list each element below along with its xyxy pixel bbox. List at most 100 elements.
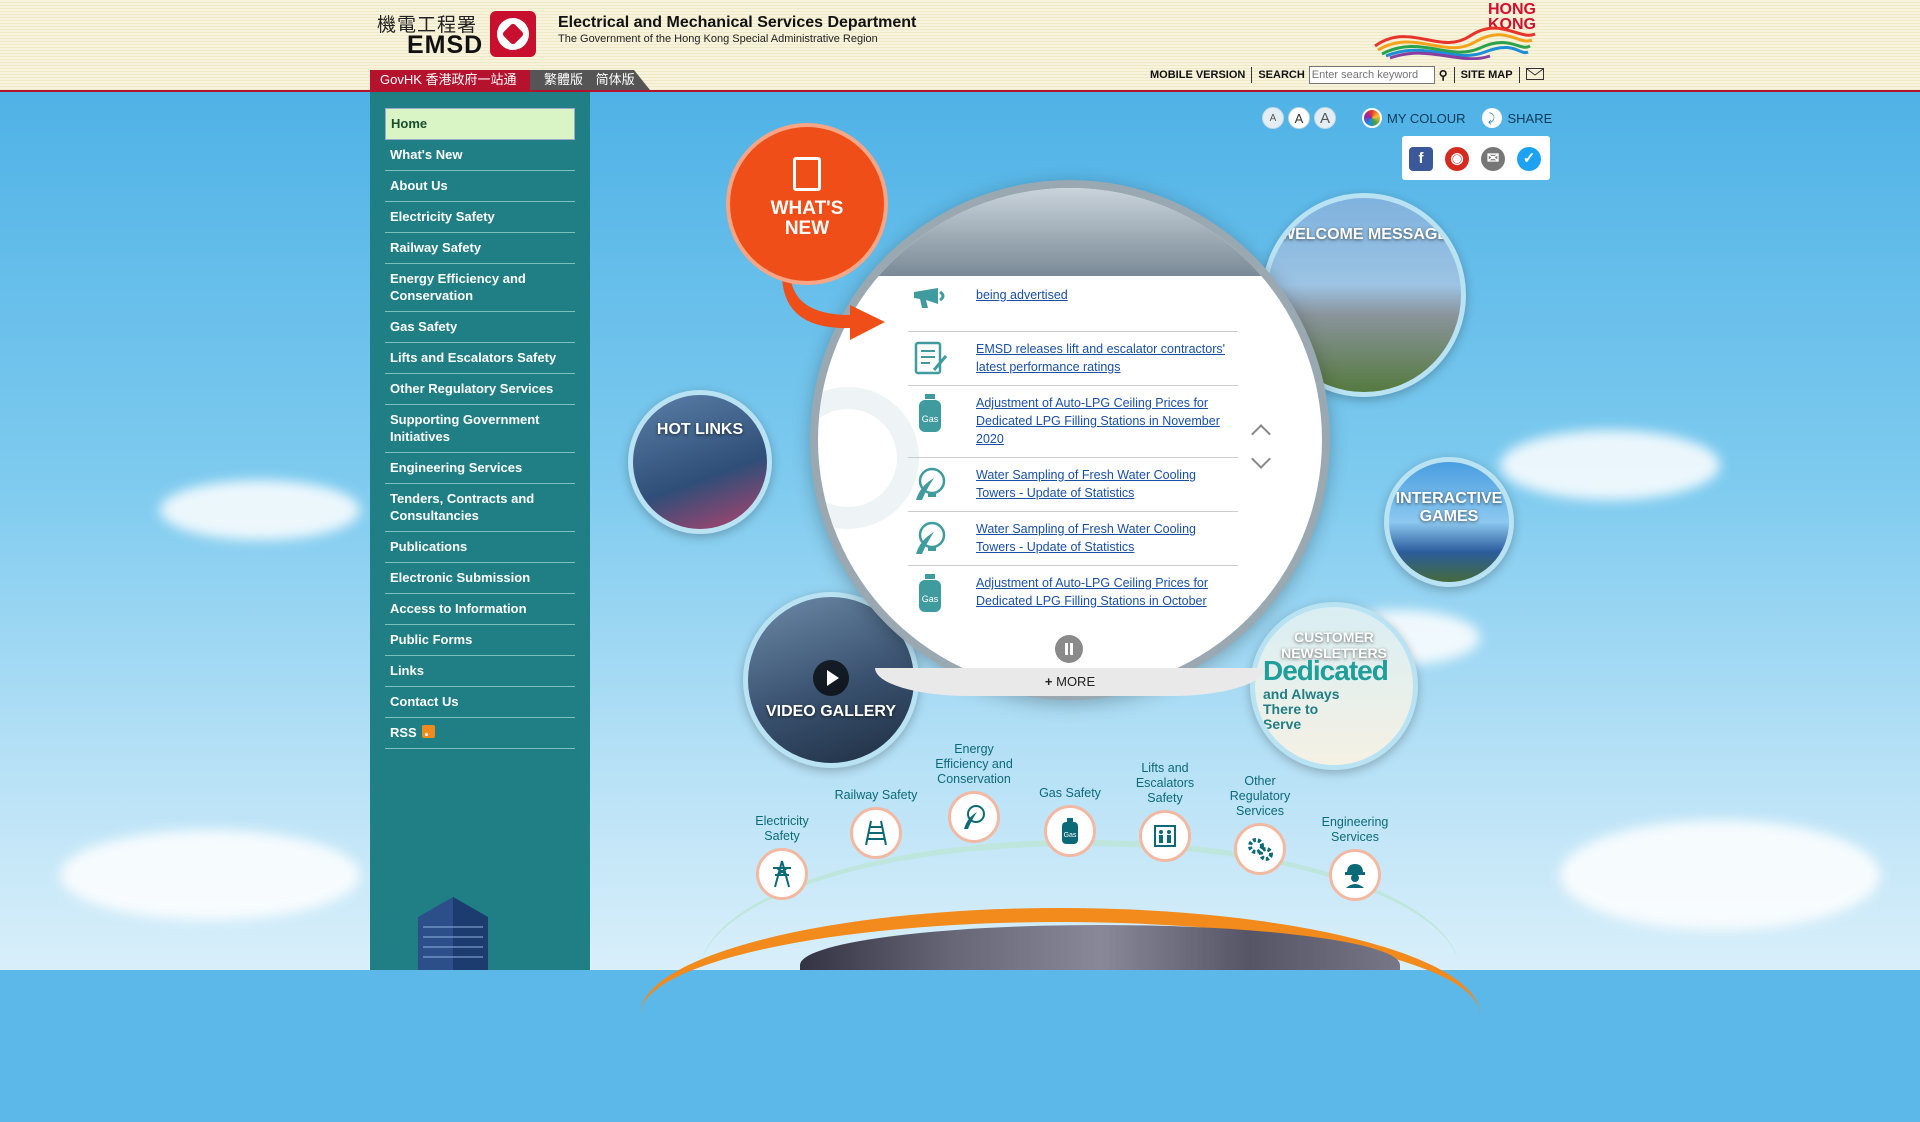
category-gas-safety[interactable]: Gas Safety Gas <box>1025 786 1115 857</box>
lift-icon <box>1139 810 1191 862</box>
news-link[interactable]: Adjustment of Auto-LPG Ceiling Prices fo… <box>976 574 1238 610</box>
font-size-small-button[interactable]: A <box>1262 107 1284 129</box>
sidebar-item-railway-safety[interactable]: Railway Safety <box>385 233 575 264</box>
category-other-regulatory[interactable]: Other Regulatory Services <box>1215 774 1305 875</box>
more-label: MORE <box>1056 674 1096 689</box>
mail-icon[interactable] <box>1525 67 1544 83</box>
news-link[interactable]: Water Sampling of Fresh Water Cooling To… <box>976 466 1238 502</box>
cloud <box>1500 430 1720 500</box>
leaf-bulb-icon <box>912 520 948 556</box>
interactive-games-circle[interactable]: INTERACTIVE GAMES <box>1384 457 1514 587</box>
news-link[interactable]: Adjustment of Auto-LPG Ceiling Prices fo… <box>976 394 1238 448</box>
header-photo <box>818 188 1322 276</box>
sidebar: Home What's New About Us Electricity Saf… <box>370 92 590 970</box>
svg-text:Gas: Gas <box>1064 832 1077 839</box>
hot-links-circle[interactable]: HOT LINKS <box>628 390 772 534</box>
customer-newsletters-circle[interactable]: CUSTOMER NEWSLETTERS Dedicated and Alway… <box>1250 602 1418 770</box>
search-label: SEARCH <box>1258 69 1305 81</box>
sidebar-item-label: RSS <box>390 725 417 740</box>
newsletter-headline: Dedicated <box>1263 655 1389 686</box>
sidebar-item-whats-new[interactable]: What's New <box>385 140 575 171</box>
gas-cylinder-icon: Gas <box>1044 805 1096 857</box>
more-button[interactable]: + MORE <box>875 668 1265 696</box>
department-title: Electrical and Mechanical Services Depar… <box>558 14 917 31</box>
news-link[interactable]: EMSD releases lift and escalator contrac… <box>976 340 1238 376</box>
leaf-bulb-icon <box>912 466 948 502</box>
sidebar-item-publications[interactable]: Publications <box>385 532 575 563</box>
video-gallery-label: VIDEO GALLERY <box>765 703 897 720</box>
lang-simplified-link[interactable]: 简体版 <box>596 72 635 87</box>
news-item: Water Sampling of Fresh Water Cooling To… <box>908 512 1238 566</box>
sidebar-item-links[interactable]: Links <box>385 656 575 687</box>
category-label: Engineering Services <box>1321 815 1389 844</box>
sidebar-item-gas-safety[interactable]: Gas Safety <box>385 312 575 343</box>
share-link[interactable]: SHARE <box>1508 111 1553 126</box>
emsd-logo-icon[interactable] <box>490 11 536 57</box>
site-map-link[interactable]: SITE MAP <box>1461 69 1513 81</box>
share-icon[interactable]: ⤸ <box>1481 108 1502 128</box>
weibo-icon[interactable]: ◉ <box>1445 147 1469 171</box>
twitter-icon[interactable]: ✓ <box>1517 147 1541 171</box>
worker-icon <box>1329 849 1381 901</box>
whats-new-arrow <box>781 270 885 340</box>
play-icon[interactable] <box>813 660 849 696</box>
whats-new-bubble-line1: WHAT'S <box>770 198 844 219</box>
search-input[interactable] <box>1308 66 1435 84</box>
sidebar-item-lifts-escalators[interactable]: Lifts and Escalators Safety <box>385 343 575 374</box>
category-lifts-escalators[interactable]: Lifts and Escalators Safety <box>1120 761 1210 862</box>
news-link[interactable]: being advertised <box>976 286 1068 322</box>
my-colour-link[interactable]: MY COLOUR <box>1387 111 1466 126</box>
lang-traditional-link[interactable]: 繁體版 <box>544 72 583 87</box>
govhk-link[interactable]: GovHK 香港政府一站通 <box>370 70 530 90</box>
mobile-version-link[interactable]: MOBILE VERSION <box>1150 69 1245 81</box>
sidebar-item-engineering-services[interactable]: Engineering Services <box>385 453 575 484</box>
sidebar-item-rss[interactable]: RSS <box>385 718 575 749</box>
language-switcher: 繁體版 简体版 <box>530 70 650 90</box>
email-share-icon[interactable]: ✉ <box>1481 147 1505 171</box>
sidebar-item-about-us[interactable]: About Us <box>385 171 575 202</box>
gas-cylinder-icon: Gas <box>912 394 948 432</box>
sidebar-item-home[interactable]: Home <box>385 108 575 140</box>
gas-cylinder-icon: Gas <box>912 574 948 612</box>
sidebar-item-electricity-safety[interactable]: Electricity Safety <box>385 202 575 233</box>
colour-wheel-icon[interactable] <box>1362 108 1382 128</box>
sidebar-item-public-forms[interactable]: Public Forms <box>385 625 575 656</box>
building-illustration <box>398 887 508 970</box>
category-engineering-services[interactable]: Engineering Services <box>1310 815 1400 901</box>
category-energy-efficiency[interactable]: Energy Efficiency and Conservation <box>929 742 1019 843</box>
department-subtitle: The Government of the Hong Kong Special … <box>558 33 878 45</box>
search-icon[interactable]: ⚲ <box>1439 68 1448 82</box>
sidebar-item-tenders[interactable]: Tenders, Contracts and Consultancies <box>385 484 575 532</box>
sidebar-item-contact-us[interactable]: Contact Us <box>385 687 575 718</box>
facebook-icon[interactable]: f <box>1409 147 1433 171</box>
gears-icon <box>1234 823 1286 875</box>
sidebar-item-other-regulatory[interactable]: Other Regulatory Services <box>385 374 575 405</box>
font-size-medium-button[interactable]: A <box>1288 107 1310 129</box>
railway-icon <box>850 807 902 859</box>
svg-text:Gas: Gas <box>922 594 939 604</box>
cloud <box>160 480 360 540</box>
sidebar-item-government-initiatives[interactable]: Supporting Government Initiatives <box>385 405 575 453</box>
document-icon <box>793 157 821 191</box>
brand-hong-kong-logo[interactable]: HONG KONG <box>1370 2 1540 60</box>
sidebar-item-electronic-submission[interactable]: Electronic Submission <box>385 563 575 594</box>
leaf-bulb-icon <box>948 791 1000 843</box>
news-link[interactable]: Water Sampling of Fresh Water Cooling To… <box>976 520 1238 556</box>
sidebar-item-access-to-information[interactable]: Access to Information <box>385 594 575 625</box>
news-item: Gas Adjustment of Auto-LPG Ceiling Price… <box>908 566 1238 619</box>
pause-button[interactable] <box>1055 635 1083 663</box>
whats-new-bubble[interactable]: WHAT'S NEW <box>730 127 884 281</box>
category-railway-safety[interactable]: Railway Safety <box>831 788 921 859</box>
share-panel: f ◉ ✉ ✓ <box>1402 136 1550 180</box>
svg-text:Gas: Gas <box>922 414 939 424</box>
page-tools: A A A MY COLOUR ⤸ SHARE <box>1262 107 1552 129</box>
font-size-large-button[interactable]: A <box>1314 107 1336 129</box>
rss-icon <box>421 725 435 738</box>
hot-links-label: HOT LINKS <box>656 421 744 438</box>
category-label: Other Regulatory Services <box>1229 774 1291 818</box>
category-electricity-safety[interactable]: Electricity Safety <box>737 814 827 900</box>
megaphone-icon <box>912 286 948 322</box>
news-item: being advertised <box>908 276 1238 332</box>
sidebar-item-energy-efficiency[interactable]: Energy Efficiency and Conservation <box>385 264 575 312</box>
logo-abbreviation[interactable]: EMSD <box>407 31 483 60</box>
